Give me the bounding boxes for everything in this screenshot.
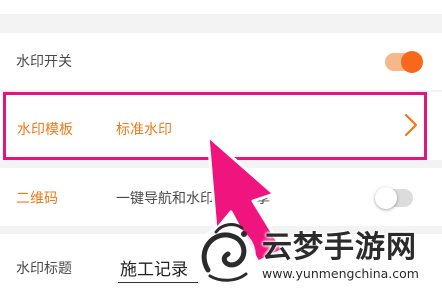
toggle-knob (401, 51, 423, 73)
watermark-switch-label: 水印开关 (16, 54, 72, 70)
top-panel-edge (0, 0, 442, 14)
qr-code-toggle[interactable] (375, 187, 413, 209)
toggle-knob (375, 187, 397, 209)
watermark-logo-url: www.yunmengchina.com (262, 266, 419, 281)
watermark-switch-row[interactable]: 水印开关 (0, 33, 442, 90)
highlight-frame (3, 92, 427, 160)
qr-code-label: 二维码 (16, 191, 58, 207)
watermark-title-label: 水印标题 (16, 261, 72, 277)
watermark-title-value[interactable]: 施工记录 (120, 255, 188, 280)
qr-code-description: 一键导航和水印信息分享 (116, 191, 270, 207)
watermark-switch-toggle[interactable] (385, 51, 423, 73)
watermark-logo-title: 云梦手游网 (262, 230, 417, 265)
